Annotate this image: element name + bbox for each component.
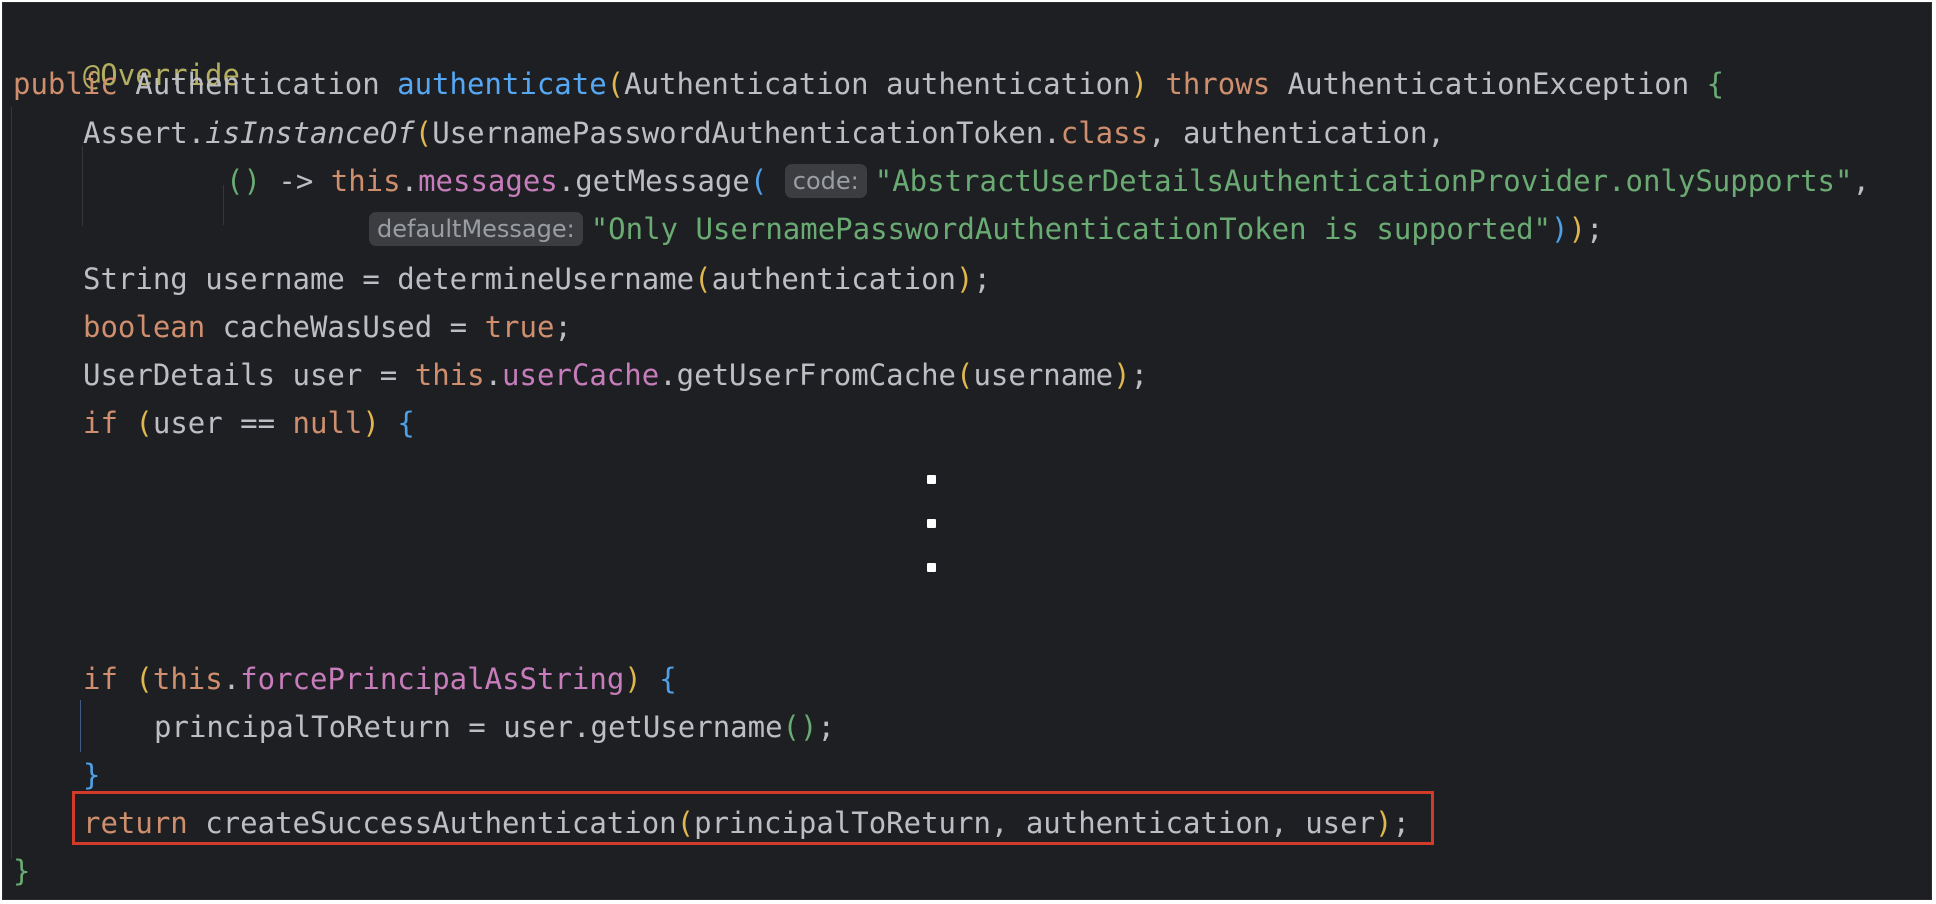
paren: ( [749,164,768,198]
semicolon: ; [1130,358,1149,392]
paren: ( [414,116,433,150]
user-decl: UserDetails user = [83,358,415,392]
lambda-arrow: -> [260,164,331,198]
ellipsis-dot [927,563,936,572]
assert-rest: , authentication, [1148,116,1445,150]
username-decl: String username = determineUsername [83,262,695,296]
brace: } [13,854,31,888]
paren: ) [956,262,974,296]
get-message-call: .getMessage [557,164,750,198]
token-type: UsernamePasswordAuthenticationToken. [432,116,1061,150]
field-force-principal: forcePrincipalAsString [240,662,625,696]
code-line-principal-to-return[interactable]: principalToReturn = user.getUsername(); [154,707,835,747]
string-default-message: "Only UsernamePasswordAuthenticationToke… [590,212,1551,246]
brace: { [1706,67,1725,101]
ellipsis-dot [927,519,936,528]
code-line-default-message[interactable]: defaultMessage: "Only UsernamePasswordAut… [369,209,1603,249]
method-name: authenticate [397,67,607,101]
brace: } [83,758,101,792]
keyword-boolean: boolean [83,310,206,344]
paren: ) [1130,67,1148,101]
parameter-hint-code: code: [784,164,867,198]
code-line-close-method[interactable]: } [13,851,30,891]
code-line-user-details[interactable]: UserDetails user = this.userCache.getUse… [83,355,1148,395]
assert-method: isInstanceOf [205,116,415,150]
assert-prefix: Assert. [83,116,206,150]
brace: { [397,406,415,440]
semicolon: ; [1585,212,1604,246]
comma: , [1852,164,1870,198]
paren: ( [694,262,712,296]
semicolon: ; [973,262,991,296]
return-type: Authentication [135,67,380,101]
condition: user == [152,406,293,440]
semicolon: ; [554,310,572,344]
get-user-call: .getUserFromCache [659,358,956,392]
code-line-if-user-null[interactable]: if (user == null) { [83,403,415,443]
indent-guide [82,146,83,226]
paren: ( [135,406,153,440]
argument: authentication [711,262,956,296]
code-line-close-if[interactable]: } [83,755,100,795]
code-line-cache-was-used[interactable]: boolean cacheWasUsed = true; [83,307,572,347]
keyword-if: if [83,406,118,440]
keyword-public: public [13,67,118,101]
call-parens: () [782,710,818,744]
paren: ) [1551,212,1569,246]
dot: . [400,164,419,198]
paren: ) [1568,212,1586,246]
indent-guide [223,185,224,225]
keyword-if: if [83,662,118,696]
keyword-this: this [414,358,485,392]
code-line-assert[interactable]: Assert.isInstanceOf(UsernamePasswordAuth… [83,113,1445,153]
exception-type: AuthenticationException [1287,67,1690,101]
return-highlight-box [72,791,1434,845]
argument: username [973,358,1114,392]
field-user-cache: userCache [502,358,660,392]
parameter: Authentication authentication [624,67,1131,101]
keyword-this: this [330,164,401,198]
paren: ) [1113,358,1131,392]
paren: ( [956,358,974,392]
code-line-username[interactable]: String username = determineUsername(auth… [83,259,991,299]
paren: ) [362,406,380,440]
dot: . [484,358,503,392]
dot: . [222,662,241,696]
principal-assign: principalToReturn = user.getUsername [154,710,783,744]
code-editor[interactable]: @Override public Authentication authenti… [2,2,1932,900]
keyword-class: class [1060,116,1149,150]
keyword-null: null [292,406,363,440]
keyword-throws: throws [1165,67,1271,101]
lambda-parens: () [226,164,261,198]
ellipsis-dot [927,475,936,484]
paren: ) [624,662,642,696]
code-line-annotation[interactable]: @Override [13,15,240,92]
brace: { [659,662,677,696]
string-code: "AbstractUserDetailsAuthenticationProvid… [874,164,1853,198]
paren: ( [606,67,625,101]
keyword-this: this [152,662,223,696]
paren: ( [135,662,153,696]
field-messages: messages [418,164,558,198]
code-line-method-signature[interactable]: public Authentication authenticate(Authe… [13,64,1724,104]
keyword-true: true [484,310,555,344]
code-line-if-force-principal[interactable]: if (this.forcePrincipalAsString) { [83,659,677,699]
semicolon: ; [817,710,835,744]
cache-decl: cacheWasUsed = [205,310,485,344]
indent-guide-active [80,700,81,752]
indent-guide [11,107,12,859]
code-line-lambda[interactable]: () -> this.messages.getMessage( code: "Ab… [226,161,1870,201]
parameter-hint-default-message: defaultMessage: [369,212,583,246]
